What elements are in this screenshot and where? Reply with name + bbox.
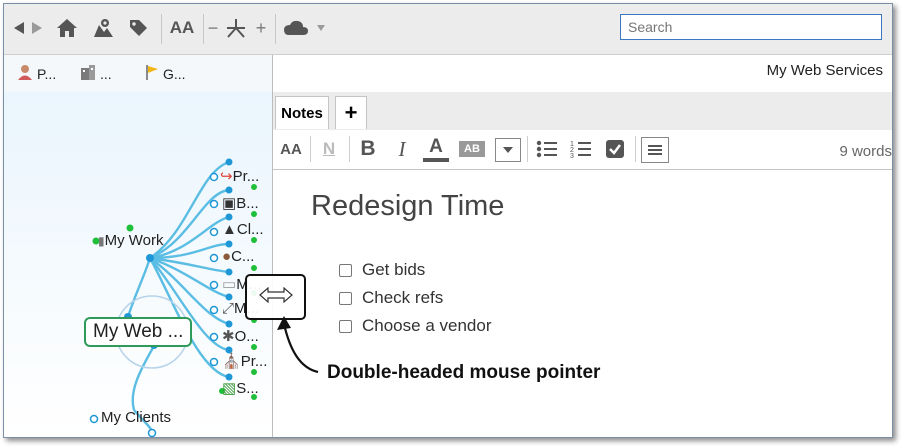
cloud-icon[interactable] xyxy=(282,14,310,42)
font-size-icon[interactable]: AA xyxy=(168,14,196,42)
node-label: My Work xyxy=(104,232,164,249)
task-label: Check refs xyxy=(362,288,444,307)
normal-text-button[interactable]: N xyxy=(317,136,341,162)
person-icon: ● xyxy=(222,248,232,265)
building-icon xyxy=(79,64,97,83)
mindmap-pane: P... ... G... ▮My Work My Web ... My Cli… xyxy=(4,55,273,437)
toolbar-separator xyxy=(203,14,204,44)
main-toolbar: AA − + xyxy=(4,4,892,55)
highlight-button[interactable]: AB xyxy=(459,141,485,157)
mindmap-node-clients[interactable]: My Clients xyxy=(101,409,171,426)
mindmap-child-node[interactable]: ▧S... xyxy=(222,379,259,397)
toolbar-separator xyxy=(161,14,162,44)
mindmap-child-node[interactable]: ▣B... xyxy=(222,194,259,212)
task-checkbox[interactable] xyxy=(339,263,352,277)
format-toolbar: AA N B I A AB 123 9 words xyxy=(273,130,892,170)
toolbar-separator xyxy=(275,14,276,44)
flag-icon xyxy=(144,64,160,83)
add-tab-button[interactable]: + xyxy=(335,96,367,129)
format-separator xyxy=(635,136,636,162)
arrows-icon: ⤢ xyxy=(222,300,235,317)
hat-icon: ▲ xyxy=(222,221,237,238)
quick-link-label: P... xyxy=(37,65,57,82)
node-label: Cl... xyxy=(236,221,264,238)
home-icon[interactable] xyxy=(54,14,80,42)
tag-icon[interactable] xyxy=(126,14,150,42)
person-icon xyxy=(16,64,34,83)
topic-header: My Web Services xyxy=(766,62,883,79)
notes-tabbar: Notes + xyxy=(273,92,892,131)
forward-arrow-icon[interactable] xyxy=(30,14,44,42)
mindmap-child-node[interactable]: ●C... xyxy=(222,248,254,265)
format-dropdown-button[interactable] xyxy=(495,138,521,162)
back-arrow-icon[interactable] xyxy=(12,14,26,42)
export-icon: ↪ xyxy=(220,168,233,185)
format-separator xyxy=(349,136,350,162)
task-item[interactable]: Check refs xyxy=(339,288,443,308)
task-checkbox[interactable] xyxy=(339,291,352,305)
note-title[interactable]: Redesign Time xyxy=(311,190,504,223)
task-checkbox[interactable] xyxy=(339,319,352,333)
search-input[interactable] xyxy=(620,14,882,40)
svg-text:3: 3 xyxy=(570,153,574,159)
quick-link-label: G... xyxy=(163,65,186,82)
double-arrow-cursor-icon xyxy=(258,286,293,308)
document-icon: ▭ xyxy=(222,276,237,293)
node-label: O... xyxy=(234,328,259,345)
quick-link-flag[interactable]: G... xyxy=(144,64,186,83)
font-color-button[interactable]: A xyxy=(423,136,449,162)
task-label: Get bids xyxy=(362,260,426,279)
dropdown-icon[interactable] xyxy=(315,14,327,42)
format-separator xyxy=(310,136,311,162)
mindmap-child-node[interactable]: ↪Pr... xyxy=(220,167,259,185)
mindmap-node-work[interactable]: ▮My Work xyxy=(98,232,164,249)
numbered-list-icon[interactable]: 123 xyxy=(569,136,593,162)
mindmap-canvas[interactable]: ▮My Work My Web ... My Clients ↪Pr... ▣B… xyxy=(4,92,272,437)
quick-link-label: ... xyxy=(100,65,112,82)
mindmap-child-node[interactable]: ▲Cl... xyxy=(222,221,264,238)
bold-button[interactable]: B xyxy=(357,136,379,162)
note-editor[interactable]: Redesign Time Get bids Check refs Choose… xyxy=(273,170,892,437)
map-icon[interactable] xyxy=(90,14,116,42)
expand-icon[interactable]: + xyxy=(254,14,268,42)
mindmap-child-node[interactable]: ✱O... xyxy=(222,327,259,345)
task-item[interactable]: Get bids xyxy=(339,260,425,280)
node-label: B... xyxy=(236,195,259,212)
briefcase-icon: ▣ xyxy=(222,195,237,212)
mindmap-central-topic[interactable]: My Web ... xyxy=(84,317,193,347)
align-icon[interactable] xyxy=(641,137,669,163)
branch-icon[interactable] xyxy=(222,14,250,42)
bar-chart-icon: ▧ xyxy=(222,380,237,397)
network-icon: ✱ xyxy=(222,328,235,345)
checkbox-list-icon[interactable] xyxy=(603,136,627,162)
splitter-resize-handle[interactable] xyxy=(245,274,306,320)
bullet-list-icon[interactable] xyxy=(535,136,559,162)
node-label: Pr... xyxy=(240,353,268,370)
font-size-button[interactable]: AA xyxy=(279,136,303,162)
node-label: Pr... xyxy=(232,168,260,185)
quick-link-building[interactable]: ... xyxy=(79,64,112,83)
task-label: Choose a vendor xyxy=(362,316,492,335)
house-icon: ⛪ xyxy=(222,353,241,370)
tab-notes[interactable]: Notes xyxy=(275,96,329,129)
collapse-icon[interactable]: − xyxy=(207,14,219,42)
quick-link-person[interactable]: P... xyxy=(16,64,56,83)
mindmap-child-node[interactable]: ⛪Pr... xyxy=(222,352,267,370)
word-count: 9 words xyxy=(839,143,892,160)
italic-button[interactable]: I xyxy=(391,136,413,162)
callout-label: Double-headed mouse pointer xyxy=(327,362,601,383)
format-separator xyxy=(527,136,528,162)
node-label: C... xyxy=(231,248,255,265)
task-item[interactable]: Choose a vendor xyxy=(339,316,491,336)
quick-links-bar: P... ... G... xyxy=(4,55,272,93)
node-label: S... xyxy=(236,380,259,397)
